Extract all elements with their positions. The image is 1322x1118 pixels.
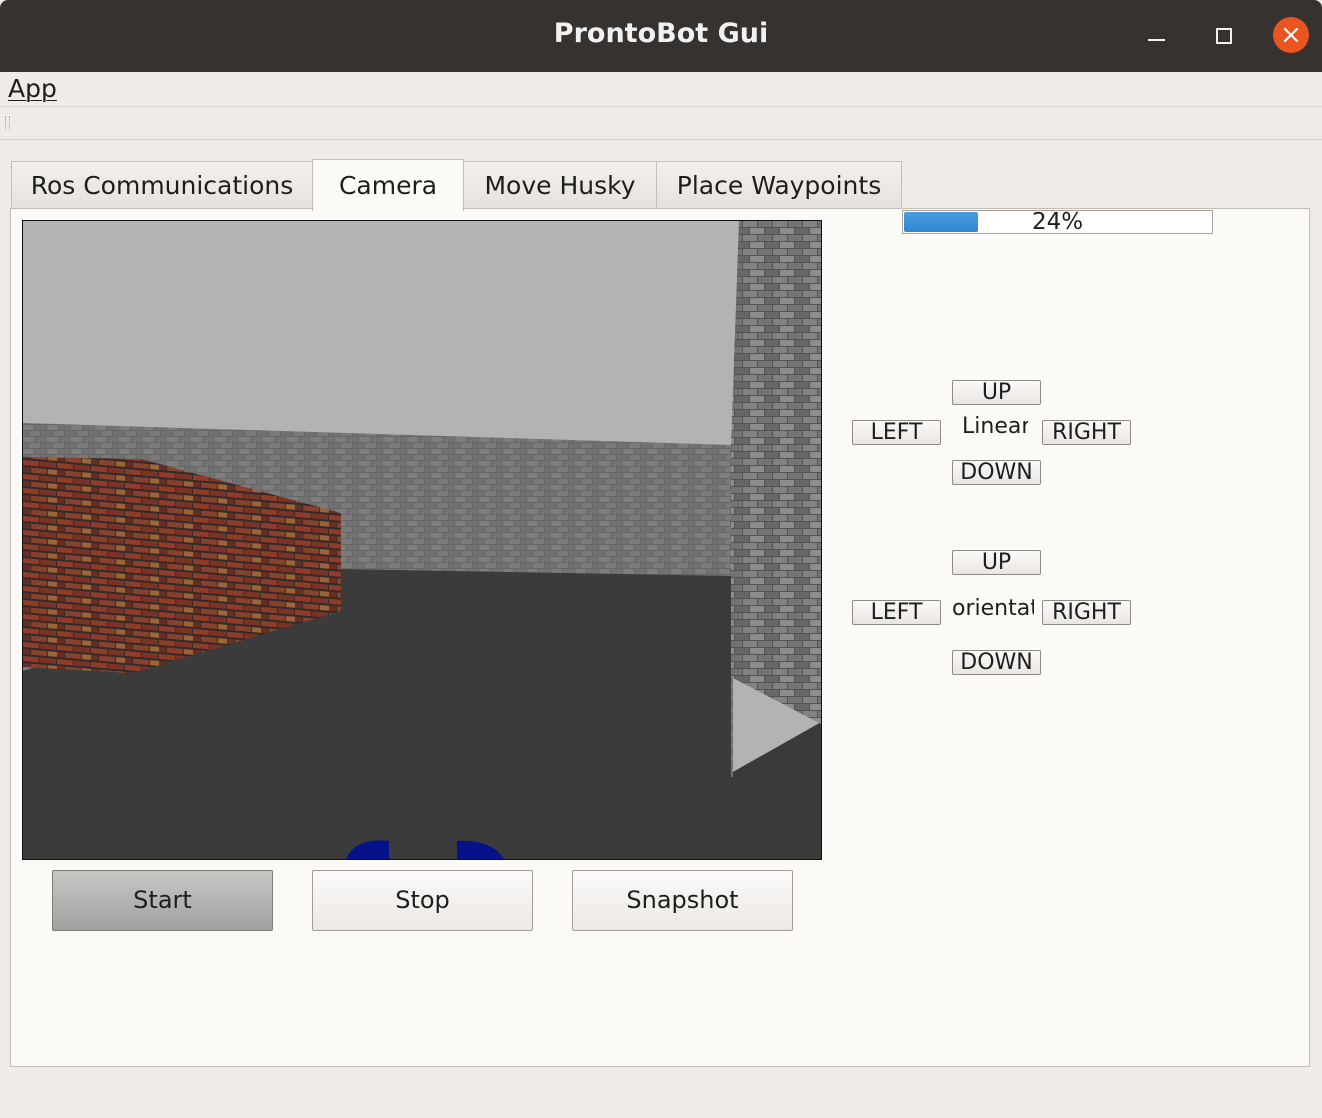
linear-right-button[interactable]: RIGHT xyxy=(1042,420,1131,445)
progress-bar: 24% xyxy=(902,210,1213,234)
orientation-left-button[interactable]: LEFT xyxy=(852,600,941,625)
orientation-right-button[interactable]: RIGHT xyxy=(1042,600,1131,625)
tab-place-waypoints[interactable]: Place Waypoints xyxy=(656,161,902,209)
start-button[interactable]: Start xyxy=(52,870,273,931)
progress-label: 24% xyxy=(1031,209,1084,235)
tab-camera[interactable]: Camera xyxy=(312,159,464,211)
tab-move-husky[interactable]: Move Husky xyxy=(463,161,657,209)
stop-button[interactable]: Stop xyxy=(312,870,533,931)
title-bar: ProntoBot Gui xyxy=(0,0,1322,72)
linear-left-button[interactable]: LEFT xyxy=(852,420,941,445)
linear-label: Linear xyxy=(962,414,1028,439)
orientation-up-button[interactable]: UP xyxy=(952,550,1041,575)
camera-view xyxy=(22,220,822,860)
toolbar xyxy=(0,106,1322,140)
linear-up-button[interactable]: UP xyxy=(952,380,1041,405)
window-title: ProntoBot Gui xyxy=(553,18,769,49)
close-icon[interactable] xyxy=(1273,17,1309,53)
minimize-icon[interactable] xyxy=(1138,17,1174,53)
menu-app[interactable]: App xyxy=(8,74,57,103)
snapshot-button[interactable]: Snapshot xyxy=(572,870,793,931)
orientation-label: orientation xyxy=(952,596,1034,621)
tab-ros-communications[interactable]: Ros Communications xyxy=(11,161,313,209)
toolbar-handle[interactable] xyxy=(5,116,10,130)
camera-image xyxy=(23,221,821,859)
menu-bar: App xyxy=(0,72,1322,106)
orientation-down-button[interactable]: DOWN xyxy=(952,650,1041,675)
linear-down-button[interactable]: DOWN xyxy=(952,460,1041,485)
maximize-icon[interactable] xyxy=(1205,17,1241,53)
